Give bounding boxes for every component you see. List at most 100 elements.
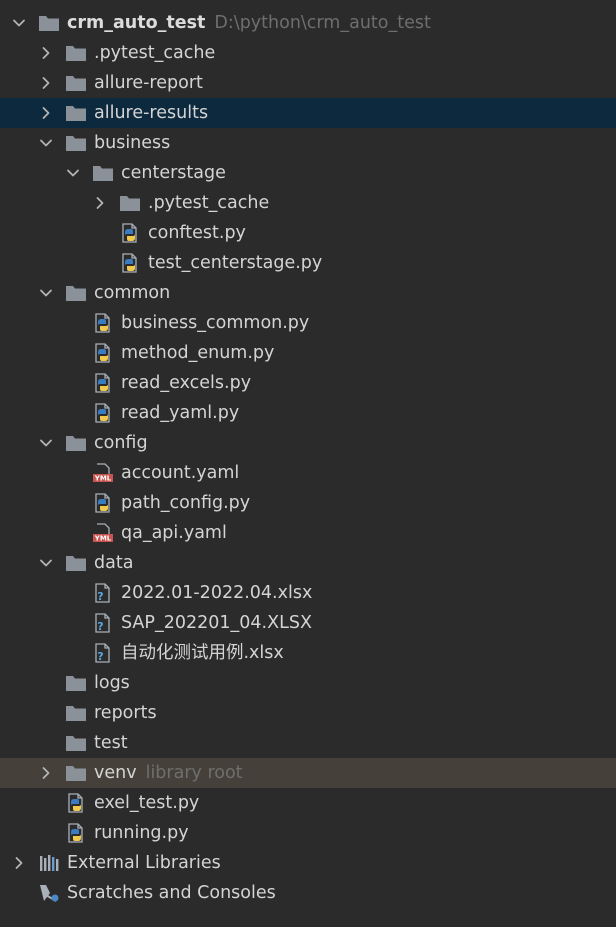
tree-item-name: qa_api.yaml bbox=[121, 523, 227, 543]
tree-row[interactable]: path_config.py bbox=[0, 488, 616, 518]
folder-icon bbox=[65, 673, 87, 693]
chevron-right-icon[interactable] bbox=[39, 46, 53, 60]
tree-row[interactable]: conftest.py bbox=[0, 218, 616, 248]
python-file-icon bbox=[119, 253, 141, 273]
tree-item-label: SAP_202201_04.XLSX bbox=[121, 608, 312, 638]
tree-item-name: .pytest_cache bbox=[148, 193, 270, 213]
tree-row[interactable]: ? SAP_202201_04.XLSX bbox=[0, 608, 616, 638]
tree-row[interactable]: YML account.yaml bbox=[0, 458, 616, 488]
tree-row[interactable]: config bbox=[0, 428, 616, 458]
tree-item-hint: D:\python\crm_auto_test bbox=[214, 13, 431, 33]
unknown-file-icon: ? bbox=[92, 613, 114, 633]
tree-item-label: allure-report bbox=[94, 68, 203, 98]
tree-item-label: read_yaml.py bbox=[121, 398, 239, 428]
tree-row[interactable]: test_centerstage.py bbox=[0, 248, 616, 278]
python-file-icon bbox=[92, 373, 114, 393]
tree-row[interactable]: External Libraries bbox=[0, 848, 616, 878]
chevron-down-icon[interactable] bbox=[39, 286, 53, 300]
chevron-right-icon[interactable] bbox=[93, 196, 107, 210]
tree-item-name: centerstage bbox=[121, 163, 226, 183]
tree-item-name: read_yaml.py bbox=[121, 403, 240, 423]
python-file-icon bbox=[92, 493, 114, 513]
tree-item-label: venv library root bbox=[94, 758, 243, 788]
tree-row[interactable]: common bbox=[0, 278, 616, 308]
tree-item-label: logs bbox=[94, 668, 130, 698]
tree-item-label: .pytest_cache bbox=[148, 188, 269, 218]
project-tree: crm_auto_test D:\python\crm_auto_test .pyt… bbox=[0, 8, 616, 908]
chevron-down-icon[interactable] bbox=[39, 136, 53, 150]
chevron-down-icon[interactable] bbox=[39, 436, 53, 450]
tree-item-name: read_excels.py bbox=[121, 373, 252, 393]
folder-icon bbox=[65, 763, 87, 783]
folder-icon bbox=[65, 433, 87, 453]
tree-row[interactable]: venv library root bbox=[0, 758, 616, 788]
yaml-icon-text: YML bbox=[94, 475, 112, 483]
tree-row[interactable]: centerstage bbox=[0, 158, 616, 188]
tree-item-name: 2022.01-2022.04.xlsx bbox=[121, 583, 313, 603]
chevron-down-icon[interactable] bbox=[39, 556, 53, 570]
tree-row[interactable]: allure-report bbox=[0, 68, 616, 98]
tree-row[interactable]: method_enum.py bbox=[0, 338, 616, 368]
folder-icon bbox=[65, 553, 87, 573]
folder-icon bbox=[65, 283, 87, 303]
tree-item-label: read_excels.py bbox=[121, 368, 251, 398]
tree-item-label: running.py bbox=[94, 818, 189, 848]
tree-row[interactable]: Scratches and Consoles bbox=[0, 878, 616, 908]
python-file-icon bbox=[65, 793, 87, 813]
tree-row[interactable]: data bbox=[0, 548, 616, 578]
tree-row[interactable]: read_excels.py bbox=[0, 368, 616, 398]
svg-text:?: ? bbox=[97, 590, 103, 603]
svg-text:?: ? bbox=[97, 620, 103, 633]
tree-item-name: .pytest_cache bbox=[94, 43, 216, 63]
tree-item-label: allure-results bbox=[94, 98, 208, 128]
folder-icon bbox=[65, 43, 87, 63]
tree-item-name: Scratches and Consoles bbox=[67, 883, 276, 903]
chevron-down-icon[interactable] bbox=[12, 16, 26, 30]
folder-icon bbox=[65, 133, 87, 153]
tree-item-label: 2022.01-2022.04.xlsx bbox=[121, 578, 312, 608]
python-file-icon bbox=[119, 223, 141, 243]
tree-item-label: Scratches and Consoles bbox=[67, 878, 276, 908]
tree-item-name: conftest.py bbox=[148, 223, 246, 243]
tree-row[interactable]: reports bbox=[0, 698, 616, 728]
chevron-right-icon[interactable] bbox=[39, 76, 53, 90]
tree-row[interactable]: allure-results bbox=[0, 98, 616, 128]
tree-row[interactable]: read_yaml.py bbox=[0, 398, 616, 428]
folder-icon bbox=[65, 733, 87, 753]
tree-item-label: External Libraries bbox=[67, 848, 221, 878]
tree-item-name: allure-report bbox=[94, 73, 203, 93]
tree-item-label: common bbox=[94, 278, 170, 308]
tree-row[interactable]: logs bbox=[0, 668, 616, 698]
python-file-icon bbox=[92, 403, 114, 423]
tree-item-name: method_enum.py bbox=[121, 343, 275, 363]
tree-item-name: allure-results bbox=[94, 103, 209, 123]
unknown-file-icon: ? bbox=[92, 583, 114, 603]
tree-row[interactable]: ? 自动化测试用例.xlsx bbox=[0, 638, 616, 668]
tree-item-label: crm_auto_test D:\python\crm_auto_test bbox=[67, 8, 431, 38]
tree-row[interactable]: .pytest_cache bbox=[0, 188, 616, 218]
tree-row[interactable]: crm_auto_test D:\python\crm_auto_test bbox=[0, 8, 616, 38]
svg-text:?: ? bbox=[97, 650, 103, 663]
folder-icon bbox=[65, 73, 87, 93]
tree-item-label: business bbox=[94, 128, 170, 158]
chevron-down-icon[interactable] bbox=[66, 166, 80, 180]
tree-row[interactable]: YML qa_api.yaml bbox=[0, 518, 616, 548]
tree-item-name: path_config.py bbox=[121, 493, 251, 513]
tree-item-label: account.yaml bbox=[121, 458, 239, 488]
tree-item-name: 自动化测试用例.xlsx bbox=[121, 643, 284, 663]
tree-row[interactable]: ? 2022.01-2022.04.xlsx bbox=[0, 578, 616, 608]
chevron-right-icon[interactable] bbox=[39, 106, 53, 120]
tree-item-label: .pytest_cache bbox=[94, 38, 215, 68]
tree-row[interactable]: test bbox=[0, 728, 616, 758]
tree-row[interactable]: running.py bbox=[0, 818, 616, 848]
tree-row[interactable]: .pytest_cache bbox=[0, 38, 616, 68]
chevron-right-icon[interactable] bbox=[39, 766, 53, 780]
chevron-right-icon[interactable] bbox=[12, 856, 26, 870]
tree-row[interactable]: exel_test.py bbox=[0, 788, 616, 818]
tree-row[interactable]: business_common.py bbox=[0, 308, 616, 338]
tree-row[interactable]: business bbox=[0, 128, 616, 158]
tree-item-name: data bbox=[94, 553, 134, 573]
yaml-file-icon: YML bbox=[92, 463, 114, 483]
folder-icon bbox=[92, 163, 114, 183]
tree-item-name: account.yaml bbox=[121, 463, 240, 483]
